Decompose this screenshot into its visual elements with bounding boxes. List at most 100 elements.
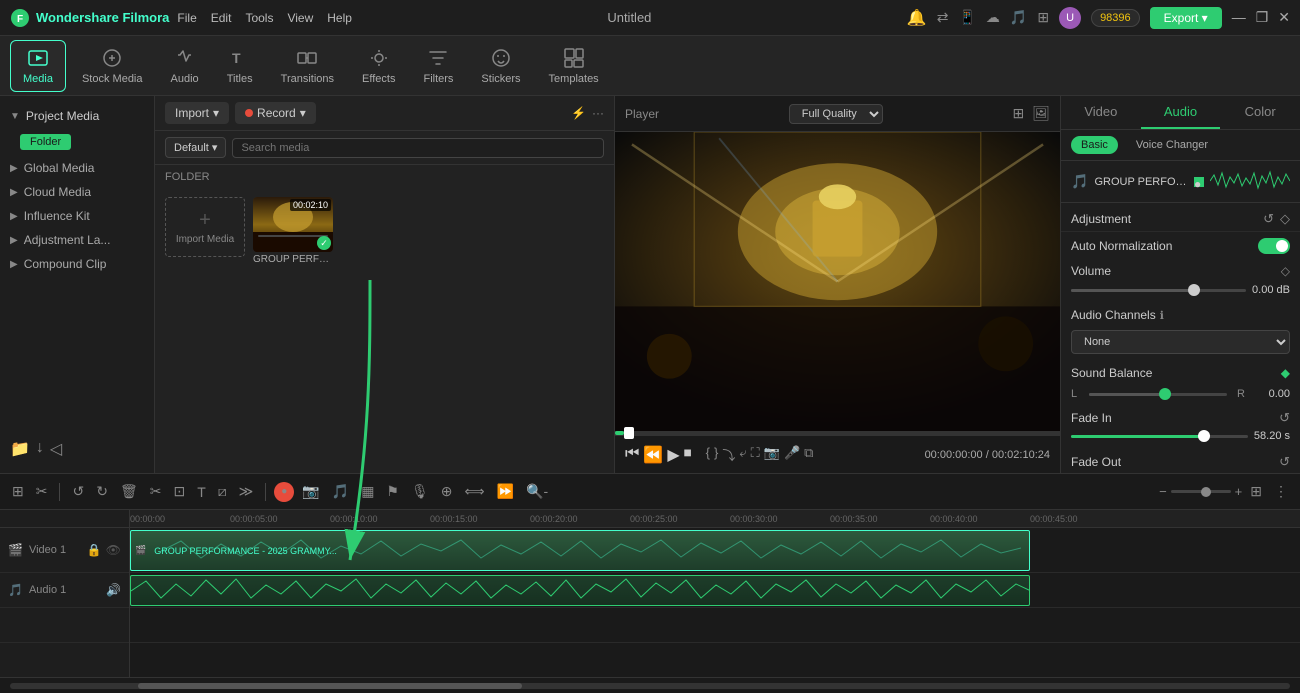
video1-eye-icon[interactable]: 👁 (106, 543, 121, 557)
import-media-tile[interactable]: + Import Media (165, 197, 245, 257)
sound-balance-diamond-icon[interactable]: ◆ (1281, 366, 1290, 380)
voice-btn[interactable]: 🎙 (407, 481, 433, 502)
nav-templates[interactable]: Templates (537, 41, 611, 91)
step-back-icon[interactable]: ⏪ (643, 445, 663, 465)
default-dropdown[interactable]: Default ▾ (165, 137, 226, 158)
video-track-1[interactable]: 🎬 GROUP PERFORMANCE - 2025 GRAMMY... (130, 528, 1300, 573)
menu-edit[interactable]: Edit (211, 11, 232, 25)
insert-icon[interactable]: ⤵ (722, 445, 735, 464)
quality-dropdown[interactable]: Full Quality (789, 104, 883, 124)
record-tl-btn[interactable]: ● (274, 482, 294, 502)
mark-in-icon[interactable]: { (706, 445, 710, 464)
zoom-minus-icon[interactable]: − (1159, 484, 1167, 499)
bell-icon[interactable]: 🎵 (1010, 9, 1027, 26)
copy-btn[interactable]: ⊡ (169, 481, 189, 502)
keyframe-icon[interactable]: ◇ (1280, 211, 1290, 227)
delete-btn[interactable]: 🗑 (116, 481, 142, 502)
minimize-button[interactable]: — (1232, 9, 1246, 26)
media-thumb-item[interactable]: 00:02:10 ✓ GROUP PERFOR... (253, 197, 333, 465)
crop-btn[interactable]: ✂ (32, 481, 52, 502)
speed-btn[interactable]: ⏩ (493, 481, 518, 502)
folder-add-icon[interactable]: 📁 (10, 439, 30, 459)
sidebar-item-project-media[interactable]: ▼ Project Media (0, 104, 154, 128)
redo-btn[interactable]: ↻ (92, 481, 112, 502)
auto-normalization-toggle[interactable] (1258, 238, 1290, 254)
timeline-scrollbar[interactable] (10, 683, 1290, 689)
progress-thumb[interactable] (624, 427, 634, 439)
split-btn[interactable]: ⟺ (461, 481, 489, 502)
filter-icon[interactable]: ⚡ (571, 106, 586, 120)
collapse-icon[interactable]: ◁ (50, 439, 62, 459)
sync-icon[interactable]: ⇄ (937, 9, 949, 26)
reset-icon[interactable]: ↺ (1263, 211, 1274, 227)
stop-button[interactable]: ⏹ (684, 445, 692, 465)
grid-tl-btn[interactable]: ⊞ (1246, 481, 1266, 502)
video-clip[interactable]: 🎬 GROUP PERFORMANCE - 2025 GRAMMY... (130, 530, 1030, 571)
maximize-button[interactable]: ❐ (1256, 9, 1269, 26)
subtab-basic[interactable]: Basic (1071, 136, 1118, 154)
subtab-voice-changer[interactable]: Voice Changer (1126, 136, 1218, 154)
volume-slider-track[interactable] (1071, 289, 1246, 292)
more-options-icon[interactable]: ··· (592, 106, 604, 120)
menu-view[interactable]: View (287, 11, 313, 25)
audio-track-1[interactable] (130, 573, 1300, 608)
nav-audio[interactable]: Audio (159, 41, 211, 91)
tab-audio[interactable]: Audio (1141, 96, 1221, 129)
fade-in-thumb[interactable] (1198, 430, 1210, 442)
notification-icon[interactable]: 🔔 (907, 8, 927, 28)
nav-media[interactable]: Media (10, 40, 66, 92)
sidebar-item-global-media[interactable]: ▶ Global Media (0, 156, 154, 180)
folder-button[interactable]: Folder (20, 134, 71, 150)
menu-tools[interactable]: Tools (245, 11, 273, 25)
sidebar-item-cloud-media[interactable]: ▶ Cloud Media (0, 180, 154, 204)
skip-back-icon[interactable]: ⏮ (625, 445, 639, 465)
nav-stickers[interactable]: Stickers (469, 41, 532, 91)
mark-out-icon[interactable]: } (714, 445, 718, 464)
mark-btn[interactable]: ⚑ (382, 481, 403, 502)
snapshot-tl-btn[interactable]: 📷 (298, 481, 323, 502)
fade-out-reset-icon[interactable]: ↺ (1279, 454, 1290, 470)
scene-detect-btn[interactable]: ⊞ (8, 481, 28, 502)
tab-color[interactable]: Color (1220, 96, 1300, 129)
sound-balance-track[interactable] (1089, 393, 1227, 396)
cut-btn[interactable]: ✂ (146, 481, 166, 502)
zoom-thumb[interactable] (1201, 487, 1211, 497)
close-button[interactable]: ✕ (1278, 9, 1290, 26)
play-button[interactable]: ▶ (667, 445, 679, 465)
text-btn[interactable]: T (193, 482, 210, 502)
video1-lock-icon[interactable]: 🔒 (87, 543, 102, 557)
grid-view-icon[interactable]: ⊞ (1012, 105, 1024, 122)
audio1-vol-icon[interactable]: 🔊 (106, 583, 121, 597)
camera-icon[interactable]: 📷 (764, 445, 780, 464)
zoom-out-btn[interactable]: 🔍- (522, 481, 552, 502)
export-button[interactable]: Media Export ▾ (1150, 7, 1222, 29)
phone-icon[interactable]: 📱 (958, 9, 975, 26)
merge-btn[interactable]: ⊕ (437, 481, 457, 502)
nav-titles[interactable]: T Titles (215, 41, 265, 91)
subtitle-btn[interactable]: ▦ (357, 481, 378, 502)
voice-icon[interactable]: 🎤 (784, 445, 800, 464)
audio-channels-select[interactable]: None (1071, 330, 1290, 354)
sidebar-item-influence-kit[interactable]: ▶ Influence Kit (0, 204, 154, 228)
nav-effects[interactable]: Effects (350, 41, 407, 91)
progress-bar[interactable] (615, 431, 1060, 435)
volume-slider-thumb[interactable] (1188, 284, 1200, 296)
search-input[interactable] (232, 138, 604, 158)
scrollbar-thumb[interactable] (138, 683, 522, 689)
user-avatar[interactable]: U (1059, 7, 1081, 29)
fullscreen-icon[interactable]: ⛶ (751, 445, 760, 464)
undo-btn[interactable]: ↺ (68, 481, 88, 502)
append-icon[interactable]: ⤶ (739, 445, 746, 464)
crop-tool-btn[interactable]: ⧄ (214, 481, 231, 502)
menu-help[interactable]: Help (327, 11, 352, 25)
grid-icon[interactable]: ⊞ (1037, 9, 1049, 26)
options-tl-btn[interactable]: ⋮ (1270, 481, 1292, 502)
sidebar-item-adjustment[interactable]: ▶ Adjustment La... (0, 228, 154, 252)
audio-clip[interactable] (130, 575, 1030, 606)
volume-diamond-icon[interactable]: ◇ (1281, 264, 1290, 278)
audio-tl-btn[interactable]: 🎵 (328, 481, 353, 502)
tab-video[interactable]: Video (1061, 96, 1141, 129)
more-btn[interactable]: ≫ (235, 481, 258, 502)
sound-balance-thumb[interactable] (1159, 388, 1171, 400)
pip-icon[interactable]: ⧉ (804, 445, 813, 464)
